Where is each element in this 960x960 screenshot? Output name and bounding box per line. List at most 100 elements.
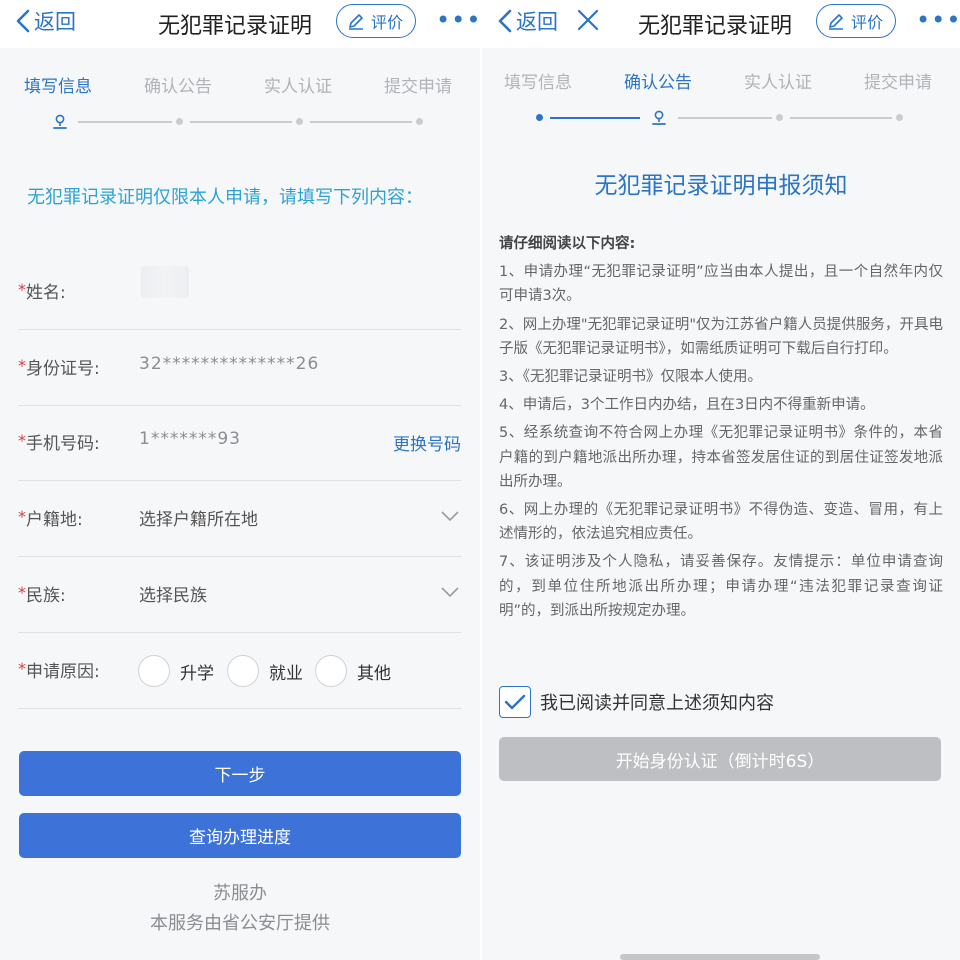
page-title: 无犯罪记录证明 xyxy=(158,14,313,39)
step-fill-info: 填写信息 xyxy=(504,73,572,93)
back-button[interactable]: 返回 xyxy=(496,6,558,36)
notice-title: 无犯罪记录证明申报须知 xyxy=(594,173,848,199)
next-step-button[interactable]: 下一步 xyxy=(19,751,461,796)
required-mark: * xyxy=(18,431,26,450)
rate-label: 评价 xyxy=(371,13,404,32)
rate-label: 评价 xyxy=(851,13,884,32)
required-mark: * xyxy=(18,583,26,602)
step-submit: 提交申请 xyxy=(384,77,452,97)
query-progress-button[interactable]: 查询办理进度 xyxy=(19,813,461,858)
step-dot-done xyxy=(536,114,543,121)
radio-circle[interactable] xyxy=(138,655,170,687)
step-line-done xyxy=(550,117,640,119)
step-submit: 提交申请 xyxy=(864,73,932,93)
chevron-left-icon xyxy=(16,9,30,33)
location-pin-icon xyxy=(53,114,67,129)
step-identity-verify: 实人认证 xyxy=(744,73,812,93)
close-icon[interactable] xyxy=(576,8,600,32)
step-line xyxy=(78,121,172,123)
notice-item-3: 3、《无犯罪记录证明书》仅限本人使用。 xyxy=(499,369,762,386)
radio-label: 升学 xyxy=(180,663,214,684)
household-row: * 户籍地: 选择户籍所在地 xyxy=(18,481,461,557)
ethnic-row: * 民族: 选择民族 xyxy=(18,557,461,633)
radio-label: 其他 xyxy=(357,663,391,684)
agree-label: 我已阅读并同意上述须知内容 xyxy=(540,693,774,714)
fill-info-screen: 返回 无犯罪记录证明 评价 ••• 填写信息 确认公告 实人认证 提交申请 无犯… xyxy=(0,0,480,960)
phone-row: * 手机号码: 1*******93 更换号码 xyxy=(18,405,461,481)
step-dot xyxy=(776,114,783,121)
agree-checkbox[interactable] xyxy=(499,686,531,718)
notice-item-4: 4、申请后，3个工作日内办结，且在3日内不得重新申请。 xyxy=(499,397,875,414)
chevron-left-icon xyxy=(498,9,512,33)
home-indicator xyxy=(620,954,820,960)
reason-label: 申请原因: xyxy=(26,662,100,682)
notice-item-5: 5、经系统查询不符合网上办理《无犯罪记录证明书》条件的，本省户籍的到户籍地派出所… xyxy=(499,425,943,490)
notice-item-2: 2、网上办理"无犯罪记录证明"仅为江苏省户籍人员提供服务，开具电子版《无犯罪记录… xyxy=(499,316,943,357)
step-progress: 填写信息 确认公告 实人认证 提交申请 xyxy=(0,48,480,140)
rate-button[interactable]: 评价 xyxy=(816,4,897,38)
start-verification-button[interactable]: 开始身份认证（倒计时6S） xyxy=(499,737,941,781)
notice-heading: 请仔细阅读以下内容: xyxy=(499,236,636,252)
step-progress: 填写信息 确认公告 实人认证 提交申请 xyxy=(482,48,960,140)
chevron-down-icon[interactable] xyxy=(441,587,459,598)
reason-radio-study[interactable]: 升学 xyxy=(138,655,214,687)
reason-radio-employment[interactable]: 就业 xyxy=(227,655,303,687)
name-label: 姓名: xyxy=(26,283,66,303)
required-mark: * xyxy=(18,356,26,375)
id-label: 身份证号: xyxy=(26,359,100,379)
edit-icon xyxy=(829,14,843,30)
household-label: 户籍地: xyxy=(26,510,83,530)
change-phone-link[interactable]: 更换号码 xyxy=(393,430,461,455)
step-line xyxy=(790,117,892,119)
notice-item-7: 7、该证明涉及个人隐私，请妥善保存。友情提示：单位申请查询的，到单位住所地派出所… xyxy=(499,554,943,619)
step-dot xyxy=(176,118,183,125)
phone-value: 1*******93 xyxy=(139,429,241,449)
step-dot xyxy=(896,114,903,121)
edit-icon xyxy=(349,14,363,30)
more-dots-icon[interactable]: ••• xyxy=(436,8,480,32)
step-confirm-notice: 确认公告 xyxy=(624,73,692,93)
more-dots-icon[interactable]: ••• xyxy=(916,8,960,32)
id-row: * 身份证号: 32**************26 xyxy=(18,330,461,406)
id-value: 32**************26 xyxy=(139,354,320,374)
nav-bar: 返回 无犯罪记录证明 评价 ••• xyxy=(482,0,960,48)
required-mark: * xyxy=(18,659,26,678)
step-confirm-notice: 确认公告 xyxy=(144,77,212,97)
footer-note: 本服务由省公安厅提供 xyxy=(150,913,330,934)
chevron-down-icon[interactable] xyxy=(441,511,459,522)
notice-item-1: 1、申请办理“无犯罪记录证明”应当由本人提出，且一个自然年内仅可申请3次。 xyxy=(499,264,943,305)
back-label: 返回 xyxy=(34,10,76,34)
name-row: * 姓名: xyxy=(18,254,461,330)
household-select[interactable]: 选择户籍所在地 xyxy=(139,505,258,530)
confirm-notice-screen: 返回 无犯罪记录证明 评价 ••• 填写信息 确认公告 实人认证 提交申请 无犯… xyxy=(482,0,960,960)
phone-label: 手机号码: xyxy=(26,434,100,454)
step-dot xyxy=(296,118,303,125)
rate-button[interactable]: 评价 xyxy=(336,4,417,38)
step-identity-verify: 实人认证 xyxy=(264,77,332,97)
step-line xyxy=(310,121,412,123)
required-mark: * xyxy=(18,507,26,526)
intro-text: 无犯罪记录证明仅限本人申请，请填写下列内容： xyxy=(27,187,423,208)
reason-radio-other[interactable]: 其他 xyxy=(315,655,391,687)
footer-brand: 苏服办 xyxy=(213,883,267,904)
radio-circle[interactable] xyxy=(315,655,347,687)
ethnic-select[interactable]: 选择民族 xyxy=(139,581,207,606)
notice-item-6: 6、网上办理的《无犯罪记录证明书》不得伪造、变造、冒用，有上述情形的，依法追究相… xyxy=(499,502,943,543)
location-pin-icon xyxy=(652,110,666,125)
back-button[interactable]: 返回 xyxy=(14,6,76,36)
ethnic-label: 民族: xyxy=(26,586,66,606)
name-value-blurred[interactable] xyxy=(141,266,189,298)
step-dot xyxy=(416,118,423,125)
back-label: 返回 xyxy=(516,10,558,34)
agree-checkbox-row[interactable]: 我已阅读并同意上述须知内容 xyxy=(499,686,774,718)
radio-label: 就业 xyxy=(269,663,303,684)
step-line xyxy=(190,121,292,123)
required-mark: * xyxy=(18,280,26,299)
checkmark-icon xyxy=(504,694,526,710)
page-title: 无犯罪记录证明 xyxy=(638,14,793,39)
reason-row: * 申请原因: 升学 就业 其他 xyxy=(18,633,461,709)
notice-body: 请仔细阅读以下内容: 1、申请办理“无犯罪记录证明”应当由本人提出，且一个自然年… xyxy=(499,232,943,627)
radio-circle[interactable] xyxy=(227,655,259,687)
step-line xyxy=(678,117,772,119)
nav-bar: 返回 无犯罪记录证明 评价 ••• xyxy=(0,0,480,48)
